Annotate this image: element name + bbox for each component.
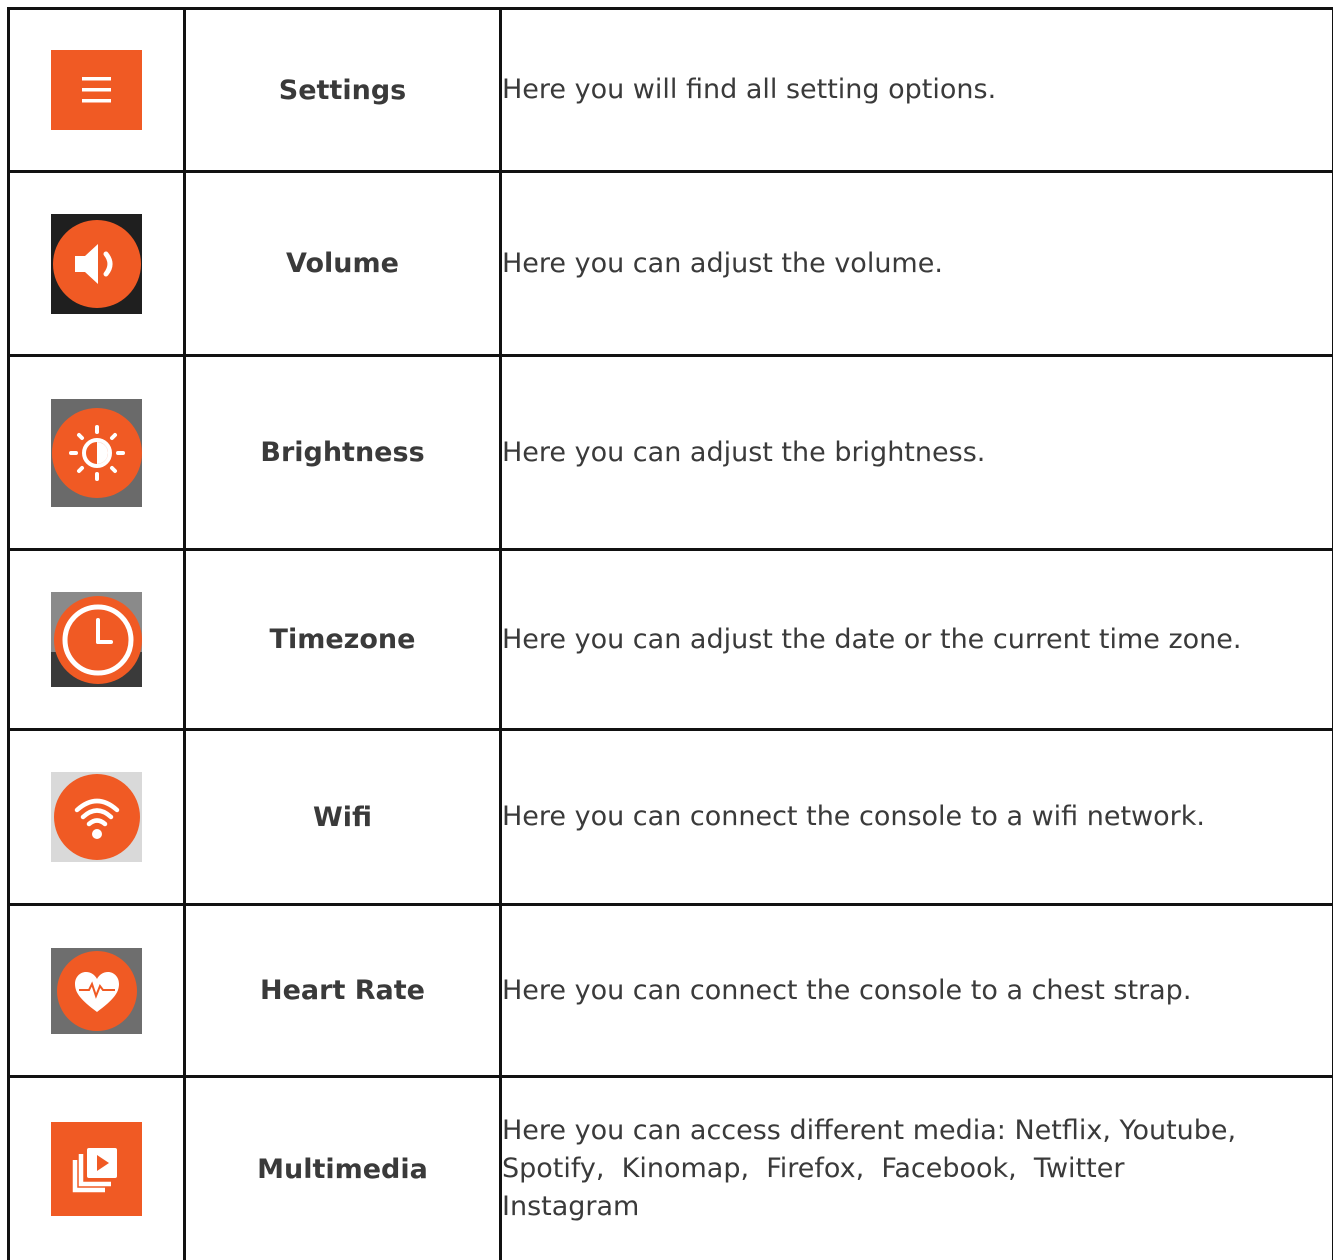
table-row: Heart Rate Here you can connect the cons…: [9, 905, 1333, 1077]
icon-cell: [9, 172, 185, 356]
icon-cell: [9, 9, 185, 172]
icon-cell: [9, 1077, 185, 1260]
description-line: Instagram: [502, 1188, 1332, 1226]
table-row: Volume Here you can adjust the volume.: [9, 172, 1333, 356]
icon-cell: [9, 730, 185, 905]
table-row: Multimedia Here you can access different…: [9, 1077, 1333, 1260]
icon-cell: [9, 550, 185, 730]
icon-cell: [9, 905, 185, 1077]
setting-name: Timezone: [185, 550, 501, 730]
setting-description: Here you can adjust the date or the curr…: [501, 550, 1333, 730]
clock-icon: [51, 592, 142, 687]
setting-name: Multimedia: [185, 1077, 501, 1260]
table-row: Settings Here you will find all setting …: [9, 9, 1333, 172]
setting-description: Here you can access different media: Net…: [501, 1077, 1333, 1260]
setting-description: Here you can adjust the brightness.: [501, 356, 1333, 550]
table-row: Brightness Here you can adjust the brigh…: [9, 356, 1333, 550]
brightness-icon: [51, 399, 142, 507]
heart-rate-icon: [51, 948, 142, 1034]
setting-name: Heart Rate: [185, 905, 501, 1077]
setting-description: Here you will find all setting options.: [501, 9, 1333, 172]
menu-icon: [51, 45, 142, 135]
wifi-icon: [51, 772, 142, 862]
setting-name: Settings: [185, 9, 501, 172]
description-line: Here you can access different media: Net…: [502, 1112, 1332, 1150]
setting-name: Volume: [185, 172, 501, 356]
setting-description: Here you can connect the console to a wi…: [501, 730, 1333, 905]
volume-icon: [51, 214, 142, 314]
setting-name: Brightness: [185, 356, 501, 550]
multimedia-icon: [51, 1122, 142, 1216]
setting-description: Here you can connect the console to a ch…: [501, 905, 1333, 1077]
table-row: Timezone Here you can adjust the date or…: [9, 550, 1333, 730]
description-line: Spotify, Kinomap, Firefox, Facebook, Twi…: [502, 1150, 1332, 1188]
setting-name: Wifi: [185, 730, 501, 905]
icon-cell: [9, 356, 185, 550]
table-row: Wifi Here you can connect the console to…: [9, 730, 1333, 905]
setting-description: Here you can adjust the volume.: [501, 172, 1333, 356]
settings-icons-table: Settings Here you will find all setting …: [7, 7, 1333, 1260]
